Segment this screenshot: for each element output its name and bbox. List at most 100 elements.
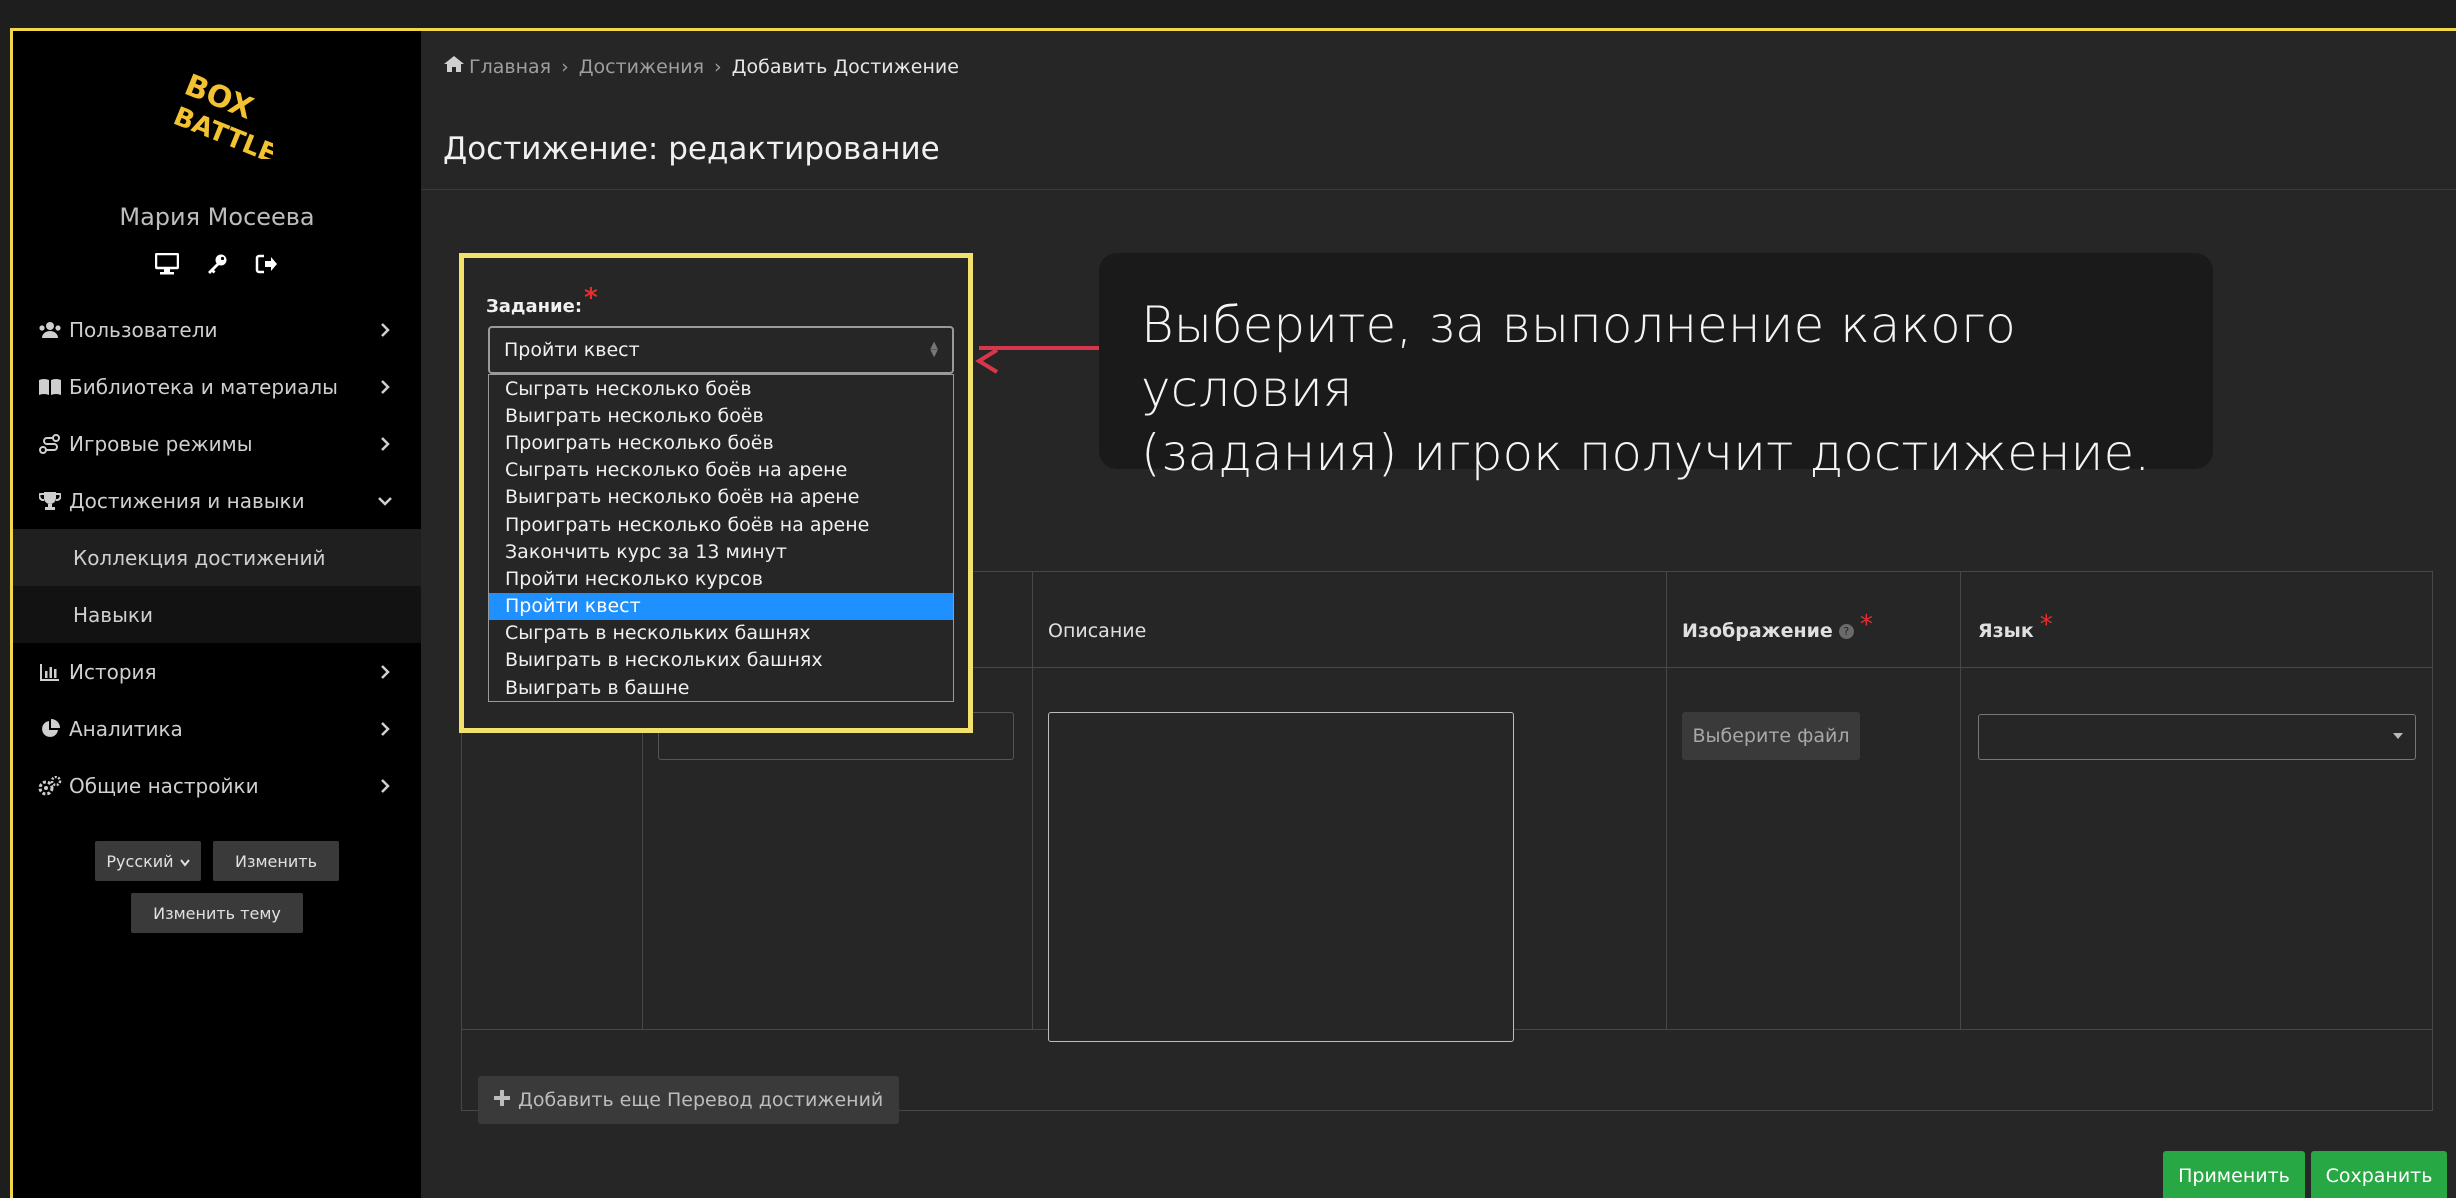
plus-icon — [494, 1089, 510, 1111]
callout-line-2: (задания) игрок получит достижение. — [1141, 424, 2151, 482]
task-option[interactable]: Закончить курс за 13 минут — [489, 538, 953, 565]
sidebar-item-general-settings[interactable]: Общие настройки — [13, 757, 421, 814]
book-icon — [37, 376, 63, 398]
language-select[interactable]: Русский — [95, 841, 201, 881]
apply-button[interactable]: Применить — [2163, 1151, 2305, 1198]
sidebar-item-label: Пользователи — [69, 317, 218, 342]
change-theme-button[interactable]: Изменить тему — [131, 893, 303, 933]
chevron-right-icon — [377, 322, 393, 338]
task-select-value: Пройти квест — [504, 339, 640, 361]
task-option[interactable]: Выиграть в нескольких башнях — [489, 647, 953, 674]
chevron-down-icon — [179, 852, 190, 871]
breadcrumb-separator: › — [714, 55, 722, 78]
sidebar-item-label: Библиотека и материалы — [69, 374, 338, 399]
breadcrumb: Главная › Достижения › Добавить Достижен… — [443, 55, 959, 78]
sidebar-item-game-modes[interactable]: Игровые режимы — [13, 415, 421, 472]
chevron-right-icon — [377, 436, 393, 452]
sidebar-item-label: История — [69, 659, 157, 684]
help-icon[interactable]: ? — [1838, 623, 1854, 639]
page-title: Достижение: редактирование — [443, 131, 940, 167]
logout-icon[interactable] — [254, 251, 280, 277]
language-row: Русский Изменить — [13, 841, 421, 881]
task-select[interactable]: Пройти квест ▲ ▼ — [488, 326, 954, 374]
description-textarea[interactable] — [1048, 712, 1514, 1042]
add-translation-button[interactable]: Добавить еще Перевод достижений — [478, 1076, 900, 1124]
column-divider — [1032, 572, 1033, 1029]
sidebar-item-label: Общие настройки — [69, 773, 259, 798]
header-language-label: Язык — [1978, 620, 2034, 642]
choose-file-button[interactable]: Выберите файл — [1682, 712, 1860, 760]
updown-icon: ▲ ▼ — [930, 340, 938, 359]
task-option[interactable]: Сыграть в нескольких башнях — [489, 620, 953, 647]
breadcrumb-home[interactable]: Главная — [469, 56, 551, 78]
header-language: Язык * — [1978, 610, 2053, 642]
task-label: Задание:* — [486, 285, 598, 317]
users-icon — [37, 319, 63, 341]
chevron-right-icon — [377, 778, 393, 794]
sidebar-item-label: Достижения и навыки — [69, 488, 305, 513]
sidebar-item-achievements[interactable]: Достижения и навыки — [13, 472, 421, 529]
chevron-right-icon — [377, 721, 393, 737]
cogs-icon — [37, 775, 63, 797]
task-option[interactable]: Выиграть в башне — [489, 674, 953, 701]
task-option-selected[interactable]: Пройти квест — [489, 592, 953, 620]
save-button[interactable]: Сохранить — [2311, 1151, 2447, 1198]
trophy-icon — [37, 490, 63, 512]
add-translation-label: Добавить еще Перевод достижений — [518, 1089, 884, 1111]
monitor-icon[interactable] — [154, 251, 180, 277]
task-option[interactable]: Выиграть несколько боёв — [489, 402, 953, 429]
sidebar-item-history[interactable]: История — [13, 643, 421, 700]
task-option[interactable]: Проиграть несколько боёв на арене — [489, 511, 953, 538]
header-image-label: Изображение — [1682, 620, 1833, 642]
app-frame: BOX BATTLE Мария Мосеева Пользователи Би… — [10, 28, 2456, 1198]
task-option[interactable]: Пройти несколько курсов — [489, 565, 953, 592]
sidebar-item-label: Аналитика — [69, 716, 183, 741]
sidebar-nav: Пользователи Библиотека и материалы Игро… — [13, 301, 421, 814]
required-marker: * — [584, 283, 598, 313]
header-description: Описание — [1048, 620, 1146, 642]
sidebar-item-library[interactable]: Библиотека и материалы — [13, 358, 421, 415]
user-actions — [13, 251, 421, 277]
chevron-down-icon — [377, 493, 393, 509]
theme-row: Изменить тему — [13, 893, 421, 933]
chevron-right-icon — [377, 664, 393, 680]
task-options-list: Сыграть несколько боёв Выиграть нескольк… — [488, 374, 954, 702]
task-option[interactable]: Сыграть несколько боёв — [489, 375, 953, 402]
sidebar-subitem-achievement-collection[interactable]: Коллекция достижений — [13, 529, 421, 586]
caret-down-icon — [2393, 733, 2403, 739]
required-marker: * — [2039, 610, 2053, 640]
user-name: Мария Мосеева — [119, 203, 315, 231]
required-marker: * — [1859, 610, 1873, 640]
task-highlight-box: Задание:* Пройти квест ▲ ▼ Сыграть нескол… — [459, 253, 973, 733]
sidebar: BOX BATTLE Мария Мосеева Пользователи Би… — [13, 31, 421, 1198]
key-icon[interactable] — [204, 251, 230, 277]
task-option[interactable]: Выиграть несколько боёв на арене — [489, 484, 953, 511]
change-language-button[interactable]: Изменить — [213, 841, 339, 881]
task-option[interactable]: Сыграть несколько боёв на арене — [489, 457, 953, 484]
sidebar-item-label: Игровые режимы — [69, 431, 253, 456]
breadcrumb-section[interactable]: Достижения — [579, 56, 704, 78]
arrow-left-icon — [975, 348, 999, 374]
route-icon — [37, 433, 63, 455]
header-description-label: Описание — [1048, 620, 1147, 642]
task-option[interactable]: Проиграть несколько боёв — [489, 429, 953, 456]
callout-line-1: Выберите, за выполнение какого условия — [1141, 296, 2016, 418]
pie-chart-icon — [37, 718, 63, 740]
breadcrumb-separator: › — [561, 55, 569, 78]
sidebar-subitem-skills[interactable]: Навыки — [13, 586, 421, 643]
header-image: Изображение ? * — [1682, 610, 1873, 642]
language-dropdown[interactable] — [1978, 714, 2416, 760]
chart-bar-icon — [37, 661, 63, 683]
breadcrumb-current: Добавить Достижение — [731, 55, 959, 78]
task-label-text: Задание: — [486, 296, 583, 317]
home-icon[interactable] — [443, 55, 465, 78]
sidebar-item-analytics[interactable]: Аналитика — [13, 700, 421, 757]
box-battle-logo[interactable]: BOX BATTLE — [163, 63, 273, 159]
hint-callout: Выберите, за выполнение какого условия (… — [1099, 253, 2213, 482]
language-value: Русский — [106, 851, 174, 871]
sidebar-item-users[interactable]: Пользователи — [13, 301, 421, 358]
column-divider — [1666, 572, 1667, 1029]
divider — [421, 189, 2456, 190]
chevron-right-icon — [377, 379, 393, 395]
column-divider — [1960, 572, 1961, 1029]
